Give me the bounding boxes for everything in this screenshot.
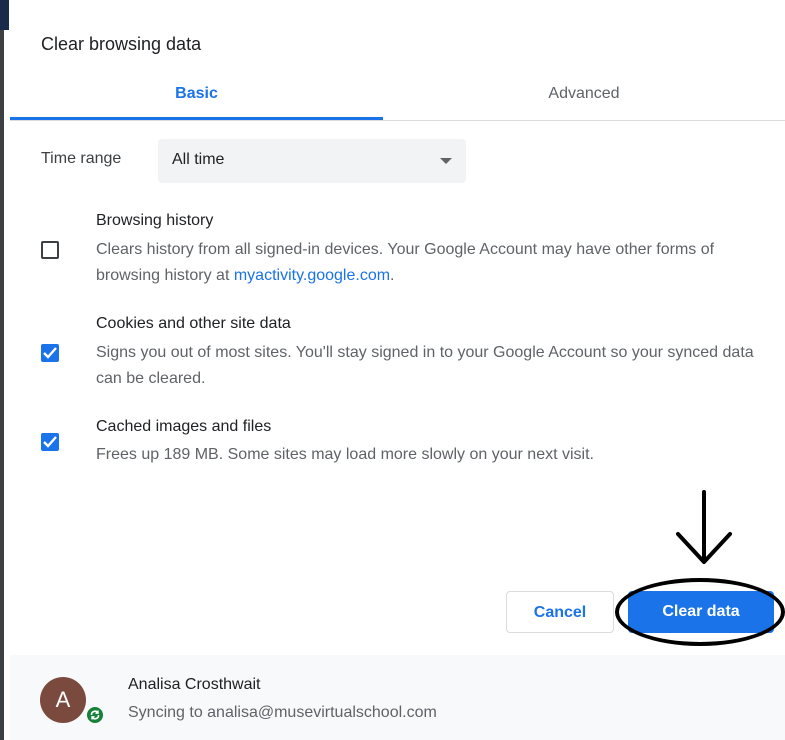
browsing-history-desc-end: . <box>390 267 395 284</box>
down-arrow-annotation <box>676 490 732 564</box>
cancel-button[interactable]: Cancel <box>506 591 614 633</box>
time-range-select[interactable]: All time <box>158 139 466 183</box>
user-name: Analisa Crosthwait <box>128 676 261 693</box>
account-footer: A Analisa Crosthwait Syncing to analisa@… <box>10 655 785 740</box>
cookies-checkbox[interactable] <box>41 344 59 362</box>
tab-advanced[interactable]: Advanced <box>383 72 785 120</box>
myactivity-link[interactable]: myactivity.google.com <box>234 267 390 284</box>
cookies-desc: Signs you out of most sites. You'll stay… <box>96 344 754 387</box>
cached-images-checkbox[interactable] <box>41 433 59 451</box>
avatar: A <box>40 677 86 723</box>
sync-status: Syncing to analisa@musevirtualschool.com <box>128 704 437 721</box>
browsing-history-desc: Clears history from all signed-in device… <box>96 237 766 289</box>
time-range-label: Time range <box>41 150 122 167</box>
time-range-value: All time <box>172 151 225 168</box>
tab-divider <box>10 120 785 121</box>
browsing-history-checkbox[interactable] <box>41 241 59 259</box>
cached-images-title: Cached images and files <box>96 418 272 435</box>
clear-data-button[interactable]: Clear data <box>628 591 774 633</box>
sync-icon <box>85 705 105 725</box>
window-corner <box>0 0 9 30</box>
checkmark-icon <box>43 436 57 448</box>
dialog-title: Clear browsing data <box>41 34 202 54</box>
checkmark-icon <box>43 347 57 359</box>
window-left-edge <box>0 0 4 740</box>
cookies-title: Cookies and other site data <box>96 315 291 332</box>
browsing-history-title: Browsing history <box>96 212 214 229</box>
tab-bar: Basic Advanced <box>10 72 785 122</box>
cached-images-desc: Frees up 189 MB. Some sites may load mor… <box>96 446 594 463</box>
tab-basic[interactable]: Basic <box>10 72 383 120</box>
browsing-history-desc-text: Clears history from all signed-in device… <box>96 241 715 284</box>
chevron-down-icon <box>440 158 452 164</box>
